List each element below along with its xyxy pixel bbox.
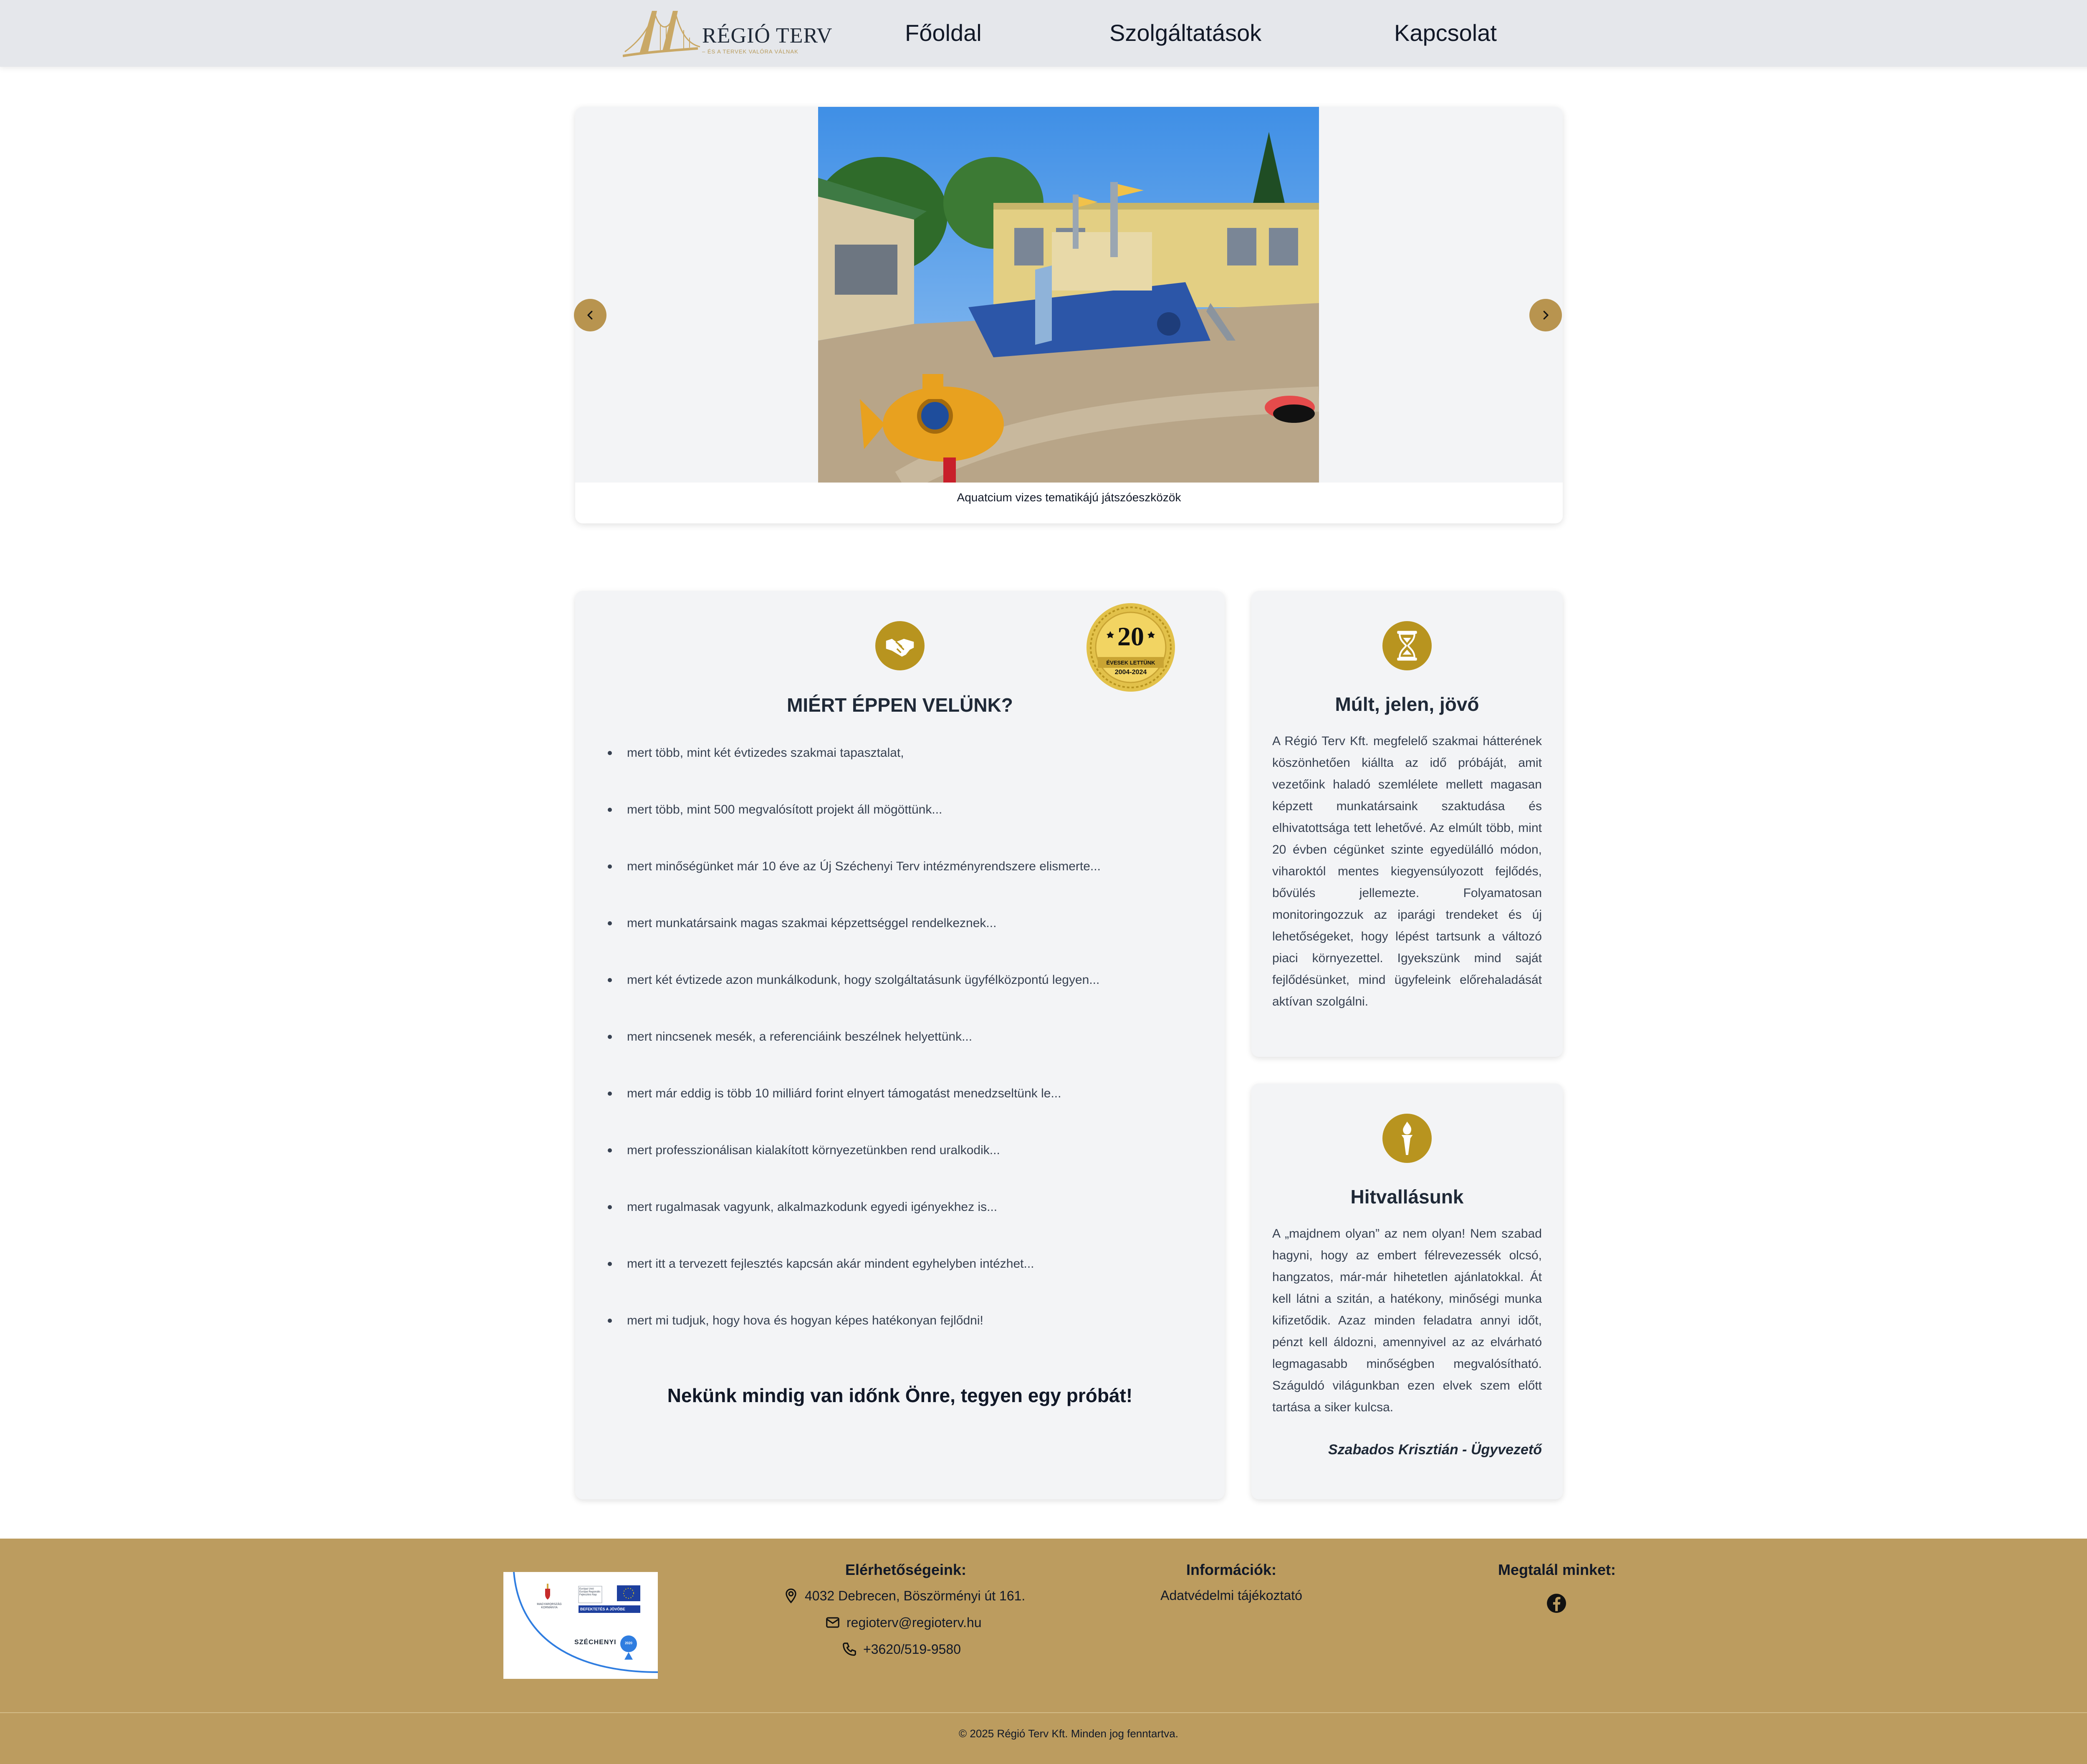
carousel-prev-button[interactable] — [574, 299, 606, 331]
list-item: mert professzionálisan kialakított körny… — [608, 1143, 1101, 1200]
info-heading: Információk: — [1186, 1561, 1277, 1578]
why-title: MIÉRT ÉPPEN VELÜNK? — [787, 694, 1013, 716]
szechenyi-eu-logo[interactable]: MAGYARORSZÁG KORMÁNYA Európai Unió Európ… — [503, 1572, 658, 1679]
handshake-icon — [886, 639, 914, 657]
chevron-right-icon — [1543, 311, 1549, 320]
logo-tagline: – ÉS A TERVEK VALÓRA VÁLNAK — [702, 48, 798, 55]
contact-email[interactable]: regioterv@regioterv.hu — [825, 1615, 982, 1630]
mail-icon — [826, 1617, 839, 1628]
list-item: mert minőségünket már 10 éve az Új Széch… — [608, 859, 1101, 916]
list-item: mert nincsenek mesék, a referenciáink be… — [608, 1029, 1101, 1086]
signature: Szabados Krisztián - Ügyvezető — [1328, 1442, 1542, 1458]
chevron-left-icon — [587, 311, 593, 320]
list-item: mert rugalmasak vagyunk, alkalmazkodunk … — [608, 1200, 1101, 1256]
contact-heading: Elérhetőségeink: — [845, 1561, 967, 1578]
email-text[interactable]: regioterv@regioterv.hu — [846, 1615, 982, 1630]
phone-text[interactable]: +3620/519-9580 — [863, 1642, 961, 1657]
copyright: © 2025 Régió Terv Kft. Minden jog fennta… — [959, 1727, 1178, 1740]
nav-services[interactable]: Szolgáltatások — [1109, 19, 1261, 46]
nav-contact[interactable]: Kapcsolat — [1394, 19, 1497, 46]
why-us-card: 20 ÉVESEK LETTÜNK 2004-2024 MIÉRT ÉPPEN … — [575, 591, 1225, 1499]
social-heading: Megtalál minket: — [1498, 1561, 1616, 1578]
carousel-next-button[interactable] — [1529, 299, 1562, 331]
szechenyi-label: SZÉCHENYI — [574, 1639, 616, 1646]
badge-line1: ÉVESEK LETTÜNK — [1106, 660, 1155, 666]
badge-number: 20 — [1117, 622, 1144, 651]
playground-photo — [818, 107, 1319, 483]
list-item: mert több, mint két évtizedes szakmai ta… — [608, 746, 1101, 802]
creed-icon-circle — [1382, 1114, 1432, 1163]
list-item: mert két évtizede azon munkálkodunk, hog… — [608, 973, 1101, 1029]
eu-fund-label: Európai Unió Európai Regionális Fejleszt… — [579, 1588, 601, 1596]
past-icon-circle — [1382, 621, 1432, 670]
facebook-link[interactable] — [1546, 1593, 1567, 1614]
torch-icon — [1401, 1122, 1413, 1155]
list-item: mert itt a tervezett fejlesztés kapcsán … — [608, 1256, 1101, 1313]
carousel-stage — [575, 107, 1563, 483]
why-cta: Nekünk mindig van időnk Önre, tegyen egy… — [667, 1385, 1133, 1406]
past-present-future-card: Múlt, jelen, jövő A Régió Terv Kft. megf… — [1251, 591, 1563, 1057]
contact-phone[interactable]: +3620/519-9580 — [841, 1641, 961, 1657]
footer: MAGYARORSZÁG KORMÁNYA Európai Unió Európ… — [0, 1539, 2087, 1764]
badge-line2: 2004-2024 — [1114, 669, 1147, 676]
logo-name: RÉGIÓ TERV — [702, 24, 833, 48]
eu-slogan-label: BEFEKTETÉS A JÖVŐBE — [580, 1607, 625, 1611]
why-list: mert több, mint két évtizedes szakmai ta… — [608, 746, 1101, 1370]
contact-address: 4032 Debrecen, Böszörményi út 161. — [783, 1588, 1025, 1604]
nav-home[interactable]: Főoldal — [905, 19, 982, 46]
privacy-link[interactable]: Adatvédelmi tájékoztató — [1148, 1588, 1315, 1603]
navbar: RÉGIÓ TERV – ÉS A TERVEK VALÓRA VÁLNAK F… — [0, 0, 2087, 67]
eu-hu-gov-label: MAGYARORSZÁG KORMÁNYA — [537, 1603, 562, 1609]
phone-icon — [843, 1643, 856, 1656]
past-text: A Régió Terv Kft. megfelelő szakmai hátt… — [1272, 734, 1542, 1008]
footer-divider — [0, 1712, 2087, 1713]
past-title: Múlt, jelen, jövő — [1335, 693, 1479, 715]
list-item: mert már eddig is több 10 milliárd forin… — [608, 1086, 1101, 1143]
carousel-caption: Aquatcium vizes tematikájú játszóeszközö… — [957, 491, 1181, 504]
hourglass-icon — [1397, 631, 1417, 661]
anniversary-badge: 20 ÉVESEK LETTÜNK 2004-2024 — [1085, 602, 1176, 693]
facebook-icon — [1547, 1594, 1566, 1613]
list-item: mert több, mint 500 megvalósított projek… — [608, 802, 1101, 859]
list-item: mert mi tudjuk, hogy hova és hogyan képe… — [608, 1313, 1101, 1370]
map-pin-icon — [786, 1588, 796, 1604]
image-carousel: Aquatcium vizes tematikájú játszóeszközö… — [575, 107, 1563, 523]
szechenyi-badge-label: 2020 — [625, 1641, 632, 1645]
why-icon-circle — [875, 621, 925, 670]
creed-card: Hitvallásunk A „majdnem olyan” az nem ol… — [1251, 1084, 1563, 1499]
creed-title: Hitvallásunk — [1350, 1186, 1464, 1208]
address-text: 4032 Debrecen, Böszörményi út 161. — [805, 1588, 1026, 1603]
creed-text: A „majdnem olyan” az nem olyan! Nem szab… — [1272, 1227, 1542, 1414]
list-item: mert munkatársaink magas szakmai képzett… — [608, 916, 1101, 973]
brand-logo[interactable]: RÉGIÓ TERV – ÉS A TERVEK VALÓRA VÁLNAK — [623, 7, 832, 58]
bridge-logo-icon — [623, 11, 700, 57]
